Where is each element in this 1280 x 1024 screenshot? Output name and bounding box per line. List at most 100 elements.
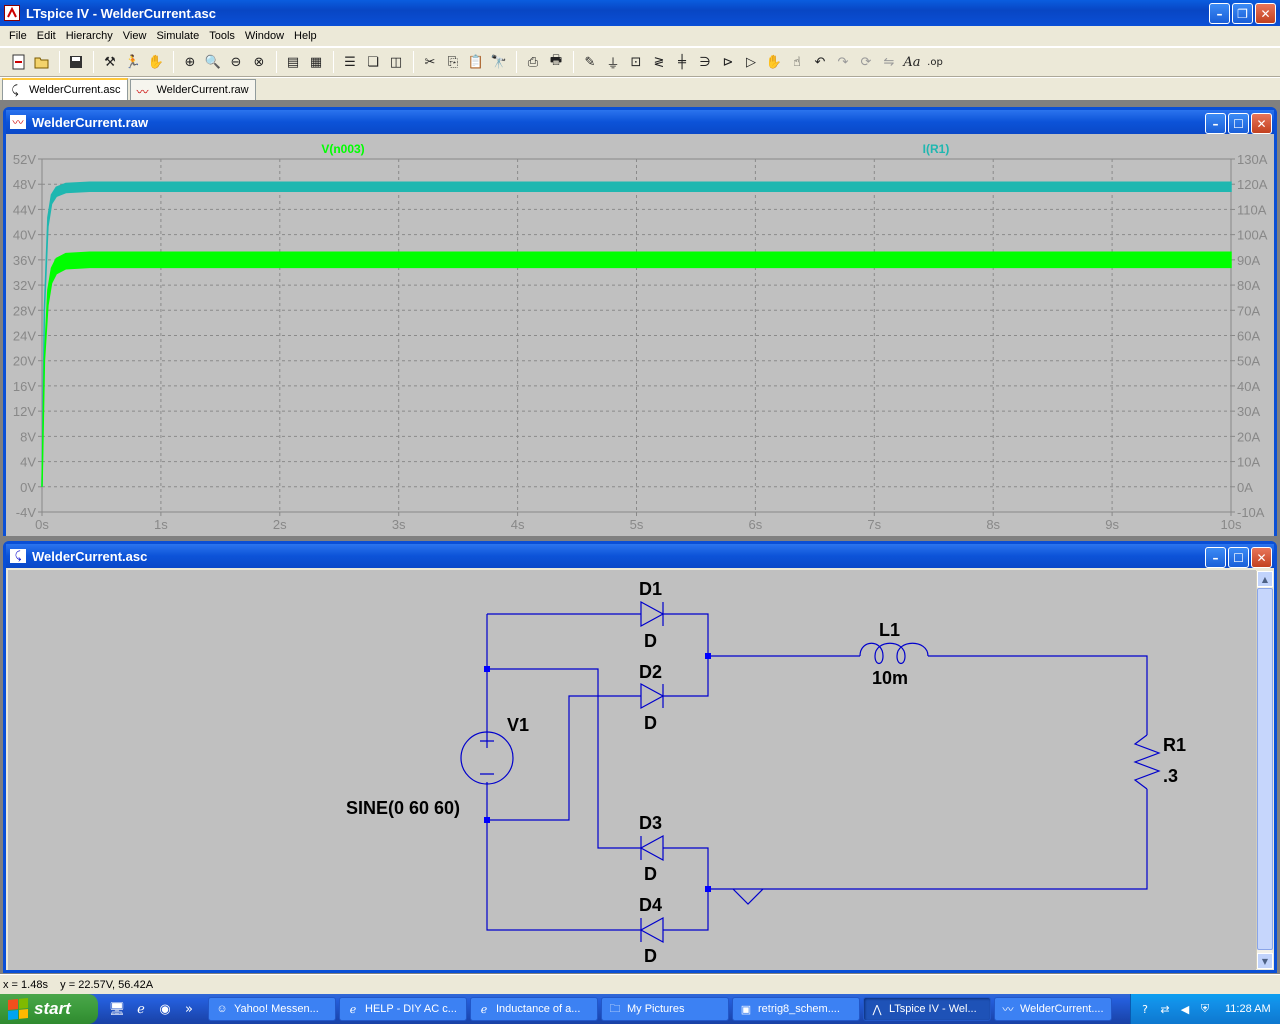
show-desktop-icon[interactable]: 🖥 <box>108 1000 126 1018</box>
close-button[interactable]: ✕ <box>1251 547 1272 568</box>
media-icon[interactable]: ◉ <box>156 1000 174 1018</box>
open-icon[interactable] <box>31 51 53 73</box>
inductor-l1[interactable] <box>859 642 929 665</box>
waveform-plot[interactable]: 0s 1s 2s 3s 4s 5s 6s 7s 8s 9s 10s52V 130A48V 120A44V… <box>6 134 1274 536</box>
y-right-tick-label: 10A <box>1237 455 1260 470</box>
waveform-icon: 〰 <box>136 85 149 99</box>
scrollbar-thumb[interactable] <box>1257 588 1273 950</box>
menu-edit[interactable]: Edit <box>32 30 61 42</box>
zoom-out-icon[interactable]: ⊖ <box>225 51 247 73</box>
start-label: start <box>34 999 71 1018</box>
resistor-r1[interactable] <box>1133 734 1161 790</box>
wire[interactable] <box>708 789 1148 890</box>
print-preview-icon[interactable]: ⎙ <box>522 51 544 73</box>
task-help-diy[interactable]: ℯ HELP - DIY AC c... <box>339 997 467 1021</box>
find-icon[interactable]: 🔭 <box>488 51 510 73</box>
network-icon[interactable]: ⇄ <box>1157 1001 1173 1017</box>
help-icon[interactable]: ? <box>1137 1001 1153 1017</box>
resistor-icon[interactable]: ≷ <box>648 51 670 73</box>
wire[interactable] <box>486 782 641 931</box>
capacitor-icon[interactable]: ╪ <box>671 51 693 73</box>
spice-directive-icon[interactable]: .op <box>924 51 946 73</box>
task-yahoo[interactable]: ☺ Yahoo! Messen... <box>208 997 336 1021</box>
zoom-in-icon[interactable]: ⊕ <box>179 51 201 73</box>
zoom-full-icon[interactable]: 🔍 <box>202 51 224 73</box>
antivirus-icon[interactable]: ⛨ <box>1197 1001 1213 1017</box>
minimize-button[interactable]: – <box>1205 547 1226 568</box>
pan-icon[interactable]: ✋ <box>145 51 167 73</box>
menu-view[interactable]: View <box>118 30 152 42</box>
tile-vertical-icon[interactable]: ◫ <box>385 51 407 73</box>
drag-icon[interactable]: ☝ <box>786 51 808 73</box>
tile-horizontal-icon[interactable]: ☰ <box>339 51 361 73</box>
wire[interactable] <box>663 847 709 931</box>
minimize-button[interactable]: – <box>1205 113 1226 134</box>
zoom-cancel-icon[interactable]: ⊗ <box>248 51 270 73</box>
task-my-pictures[interactable]: 🗀 My Pictures <box>601 997 729 1021</box>
ground-symbol[interactable] <box>732 888 764 905</box>
scroll-up-button[interactable]: ▲ <box>1257 571 1273 587</box>
schematic-window-titlebar[interactable]: ⤹ WelderCurrent.asc – ☐ ✕ <box>6 544 1274 568</box>
diode-d3[interactable] <box>639 834 664 862</box>
ltspice-app-icon[interactable] <box>4 5 20 21</box>
scroll-down-button[interactable]: ▼ <box>1257 953 1273 969</box>
menu-help[interactable]: Help <box>289 30 322 42</box>
close-button[interactable]: ✕ <box>1255 3 1276 24</box>
grid-icon[interactable]: ▦ <box>305 51 327 73</box>
new-schematic-icon[interactable] <box>8 51 30 73</box>
taskbar: start 🖥 ℯ ◉ » ☺ Yahoo! Messen... ℯ HELP - … <box>0 994 1280 1024</box>
redo-icon[interactable]: ↷ <box>832 51 854 73</box>
maximize-button[interactable]: ❐ <box>1232 3 1253 24</box>
waveform-window-titlebar[interactable]: 〰 WelderCurrent.raw – ☐ ✕ <box>6 110 1274 134</box>
mirror-icon[interactable]: ⇋ <box>878 51 900 73</box>
cascade-icon[interactable]: ❏ <box>362 51 384 73</box>
task-inductance[interactable]: ℯ Inductance of a... <box>470 997 598 1021</box>
move-icon[interactable]: ✋ <box>763 51 785 73</box>
ie-icon[interactable]: ℯ <box>132 1000 150 1018</box>
tab-schematic[interactable]: ⤹ WelderCurrent.asc <box>2 78 128 100</box>
task-retrig8[interactable]: ▣ retrig8_schem.... <box>732 997 860 1021</box>
menu-hierarchy[interactable]: Hierarchy <box>61 30 118 42</box>
minimize-button[interactable]: – <box>1209 3 1230 24</box>
task-weldercurrent[interactable]: 〰 WelderCurrent.... <box>994 997 1112 1021</box>
voltage-source-v1[interactable] <box>460 731 514 785</box>
series-label-vn003[interactable]: V(n003) <box>321 142 364 156</box>
maximize-button[interactable]: ☐ <box>1228 547 1249 568</box>
series-label-ir1[interactable]: I(R1) <box>923 142 950 156</box>
close-button[interactable]: ✕ <box>1251 113 1272 134</box>
vertical-scrollbar[interactable]: ▲ ▼ <box>1256 571 1273 969</box>
text-icon[interactable]: Aa <box>901 51 923 73</box>
autorange-icon[interactable]: ▤ <box>282 51 304 73</box>
menu-window[interactable]: Window <box>240 30 289 42</box>
wire-icon[interactable]: ✎ <box>579 51 601 73</box>
schematic-canvas[interactable]: D1 D D2 D D3 D D4 D L1 10m R1 .3 V1 SINE… <box>8 570 1256 970</box>
cut-icon[interactable]: ✂ <box>419 51 441 73</box>
tab-waveform[interactable]: 〰 WelderCurrent.raw <box>129 79 256 100</box>
diode-d2[interactable] <box>640 682 665 710</box>
inductor-icon[interactable]: ∋ <box>694 51 716 73</box>
wire[interactable] <box>928 655 1148 735</box>
copy-icon[interactable]: ⎘ <box>442 51 464 73</box>
print-icon[interactable]: 🖶 <box>545 51 567 73</box>
diode-d1[interactable] <box>640 600 665 628</box>
paste-icon[interactable]: 📋 <box>465 51 487 73</box>
save-icon[interactable] <box>65 51 87 73</box>
ground-icon[interactable]: ⏚ <box>602 51 624 73</box>
y-left-tick-label: 24V <box>13 329 36 344</box>
diode-icon[interactable]: ⊳ <box>717 51 739 73</box>
component-icon[interactable]: ▷ <box>740 51 762 73</box>
menu-file[interactable]: File <box>4 30 32 42</box>
volume-icon[interactable]: ◀ <box>1177 1001 1193 1017</box>
task-ltspice[interactable]: ⋀ LTspice IV - Wel... <box>863 997 991 1021</box>
start-button[interactable]: start <box>0 994 98 1024</box>
control-panel-icon[interactable]: ⚒ <box>99 51 121 73</box>
undo-icon[interactable]: ↶ <box>809 51 831 73</box>
menu-tools[interactable]: Tools <box>204 30 240 42</box>
rotate-icon[interactable]: ⟳ <box>855 51 877 73</box>
maximize-button[interactable]: ☐ <box>1228 113 1249 134</box>
label-icon[interactable]: ⊡ <box>625 51 647 73</box>
run-icon[interactable]: 🏃 <box>122 51 144 73</box>
chevron-icon[interactable]: » <box>180 1000 198 1018</box>
diode-d4[interactable] <box>639 916 664 944</box>
menu-simulate[interactable]: Simulate <box>151 30 204 42</box>
